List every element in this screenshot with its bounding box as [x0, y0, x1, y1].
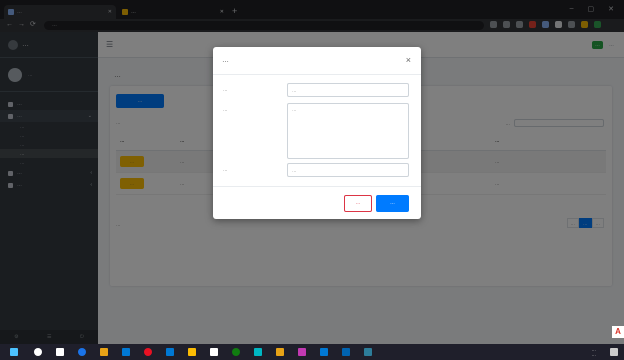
app-icon[interactable] — [144, 348, 152, 356]
start-icon[interactable] — [10, 348, 18, 356]
name-label: … — [223, 87, 228, 92]
app-icon[interactable] — [188, 348, 196, 356]
divider — [213, 186, 421, 187]
app-icon[interactable] — [342, 348, 350, 356]
add-customer-modal: … × … … … … … — [213, 47, 421, 219]
app-icon[interactable] — [166, 348, 174, 356]
task-view-icon[interactable] — [56, 348, 64, 356]
taskbar: … … — [0, 344, 624, 360]
app-icon[interactable] — [364, 348, 372, 356]
address-textarea[interactable] — [287, 103, 409, 159]
save-button[interactable]: … — [376, 195, 409, 212]
app-icon[interactable] — [320, 348, 328, 356]
chrome-icon[interactable] — [78, 348, 86, 356]
file-explorer-icon[interactable] — [100, 348, 108, 356]
clock-date: … — [591, 352, 597, 357]
phone-input[interactable] — [287, 163, 409, 177]
app-icon[interactable] — [232, 348, 240, 356]
app-icon[interactable] — [122, 348, 130, 356]
notification-icon[interactable] — [610, 348, 618, 356]
phone-label: … — [223, 167, 228, 172]
app-icon[interactable] — [276, 348, 284, 356]
app-icon[interactable] — [254, 348, 262, 356]
app-icon[interactable] — [210, 348, 218, 356]
close-icon[interactable]: × — [406, 55, 411, 65]
search-icon[interactable] — [34, 348, 42, 356]
floating-a-badge[interactable]: A — [612, 326, 624, 338]
modal-title: … — [222, 57, 229, 64]
system-clock[interactable]: … … — [592, 347, 597, 357]
app-icon[interactable] — [298, 348, 306, 356]
divider — [213, 74, 421, 75]
name-input[interactable] — [287, 83, 409, 97]
close-button[interactable]: … — [344, 195, 372, 212]
address-label: … — [223, 107, 228, 112]
